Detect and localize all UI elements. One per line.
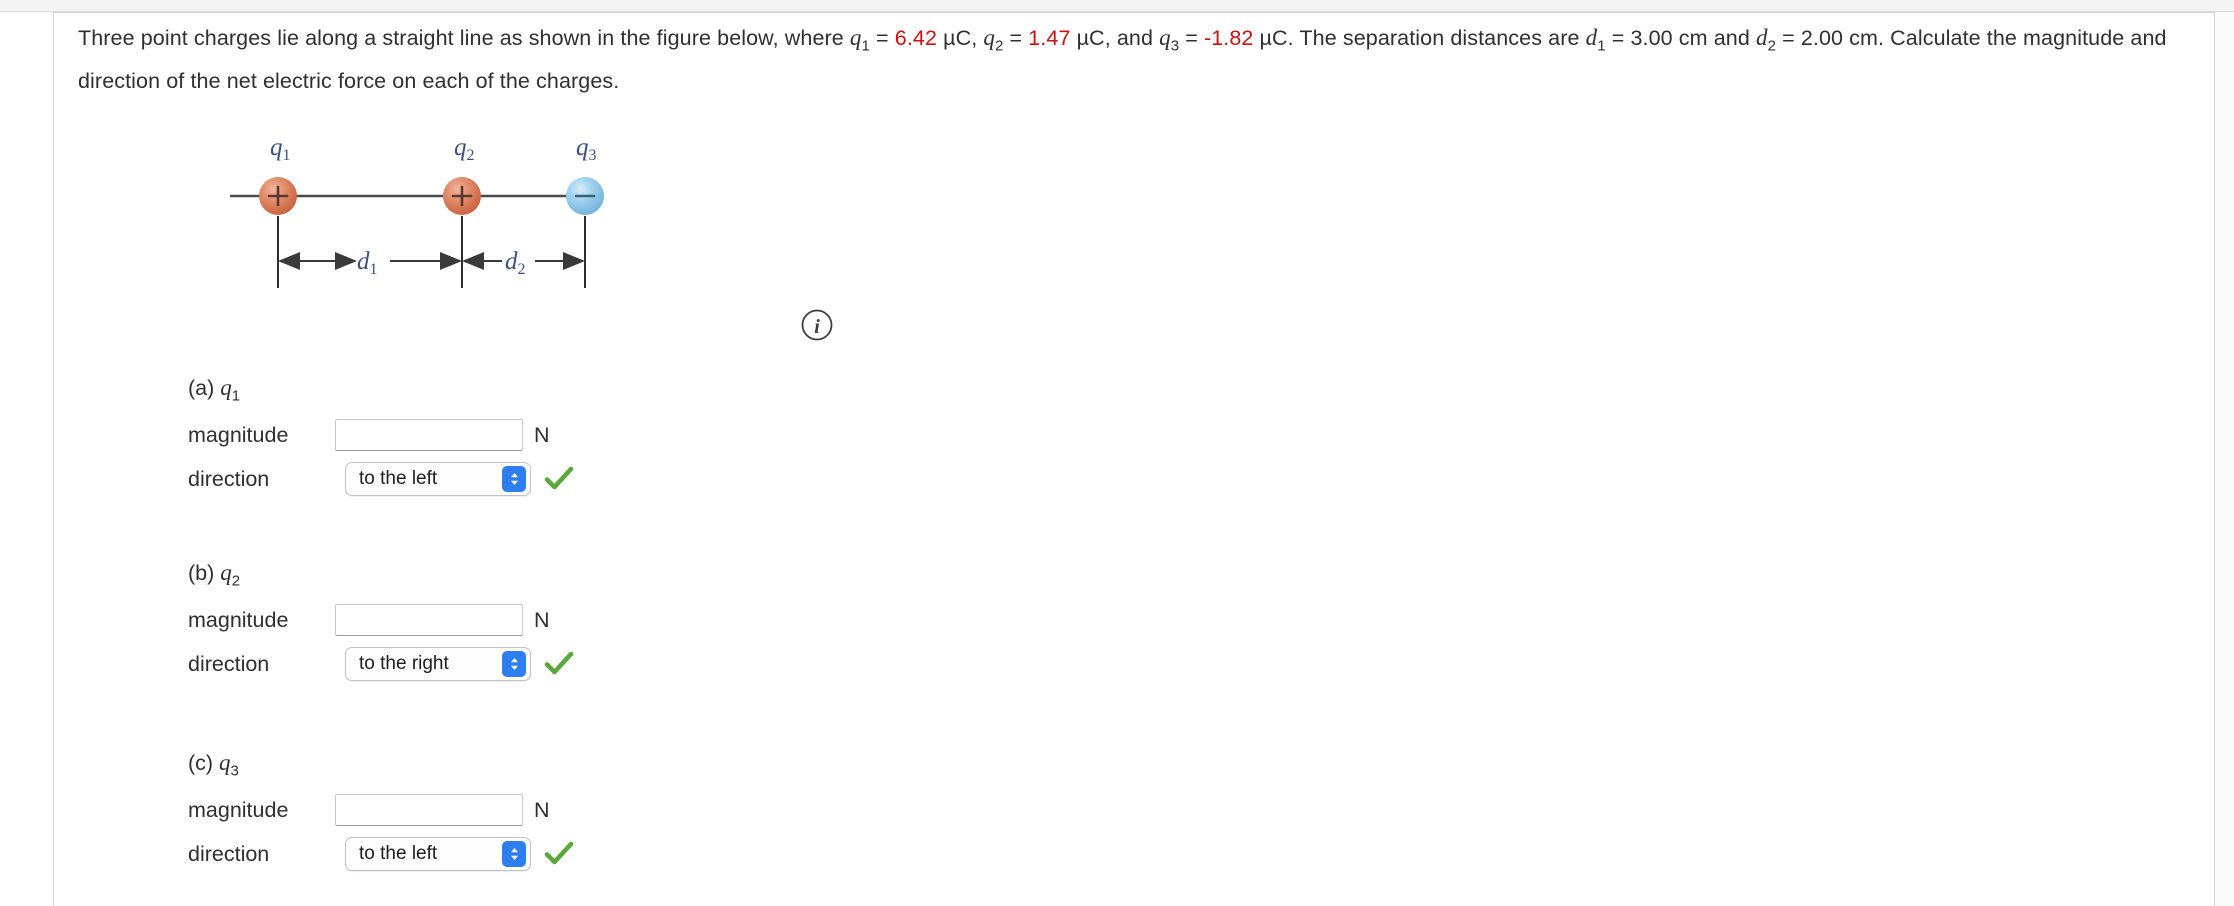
answer-c-magnitude-row: magnitude N: [188, 790, 574, 830]
d2-dimension-label: d2: [505, 248, 526, 278]
q1-unit: µC,: [937, 26, 984, 50]
answer-block-b: (b) q2 magnitude N direction to the righ…: [188, 560, 574, 688]
d2-equals: =: [1776, 26, 1801, 50]
charge2-label: q2: [454, 134, 475, 164]
answer-c-symbol: q3: [219, 750, 239, 780]
answer-b-magnitude-input[interactable]: [335, 604, 523, 636]
d1-dimension-label: d1: [357, 248, 378, 278]
answer-a-unit: N: [534, 422, 550, 447]
window-top-strip: [0, 0, 2234, 12]
q1-value: 6.42: [894, 26, 938, 50]
q2-equals: =: [1003, 26, 1029, 50]
q2-unit: µC, and: [1070, 26, 1160, 50]
answer-b-direction-select[interactable]: to the right: [345, 647, 531, 681]
answer-c-unit: N: [534, 797, 550, 822]
answer-c-magnitude-label: magnitude: [188, 797, 289, 822]
answer-b-direction-row: direction to the right: [188, 644, 574, 684]
d1-value: 3.00 cm: [1630, 26, 1708, 50]
answer-a-symbol: q1: [220, 375, 241, 405]
answer-a-direction-value: to the left: [359, 468, 438, 489]
chevron-updown-icon[interactable]: [502, 651, 526, 677]
answer-a-magnitude-row: magnitude N: [188, 415, 574, 455]
answer-c-direction-value: to the left: [359, 843, 438, 864]
q3-value: -1.82: [1203, 26, 1254, 50]
q1-equals: =: [869, 26, 895, 50]
answer-c-direction-select[interactable]: to the left: [345, 837, 531, 871]
q2-value: 1.47: [1028, 26, 1071, 50]
q3-symbol: q3: [1159, 25, 1180, 55]
answer-a-prefix: (a): [188, 376, 221, 400]
answer-block-a: (a) q1 magnitude N direction to the left: [188, 375, 574, 503]
answer-b-symbol: q2: [220, 560, 241, 590]
answer-a-magnitude-input[interactable]: [335, 419, 523, 451]
d2-symbol: d2: [1755, 25, 1777, 55]
charge-diagram-figure: q1 q2 q3 d1 d2: [230, 128, 870, 338]
answer-b-correct-check-icon: [544, 649, 574, 679]
answer-c-prefix: (c): [188, 751, 220, 775]
q1-symbol: q1: [849, 25, 870, 55]
charge1-label: q1: [270, 134, 291, 164]
conjunction: and: [1707, 26, 1756, 50]
answer-c-magnitude-input[interactable]: [335, 794, 523, 826]
left-gutter: [0, 12, 53, 906]
answer-a-magnitude-label: magnitude: [188, 422, 289, 447]
q2-symbol: q2: [983, 25, 1004, 55]
q3-equals: =: [1179, 26, 1204, 50]
charge3-label: q3: [576, 134, 597, 164]
d2-value: 2.00 cm: [1800, 26, 1879, 50]
answer-block-c: (c) q3 magnitude N direction to the left: [188, 750, 574, 878]
answer-a-direction-select[interactable]: to the left: [345, 462, 531, 496]
answer-a-direction-label: direction: [188, 466, 270, 491]
chevron-updown-icon[interactable]: [502, 466, 526, 492]
info-icon[interactable]: i: [800, 308, 834, 342]
answer-c-direction-row: direction to the left: [188, 834, 574, 874]
answer-b-prefix: (b): [188, 561, 221, 585]
q3-unit: µC. The separation distances are: [1253, 26, 1586, 50]
answer-b-direction-label: direction: [188, 651, 270, 676]
answer-b-direction-value: to the right: [359, 653, 449, 674]
svg-text:i: i: [814, 316, 820, 338]
answer-a-direction-row: direction to the left: [188, 459, 574, 499]
answer-a-correct-check-icon: [544, 464, 574, 494]
answer-b-title: (b) q2: [188, 560, 574, 590]
answer-c-title: (c) q3: [188, 750, 574, 780]
chevron-updown-icon[interactable]: [502, 841, 526, 867]
answer-b-unit: N: [534, 607, 550, 632]
d1-equals: =: [1605, 26, 1631, 50]
answer-c-correct-check-icon: [544, 839, 574, 869]
problem-text-intro: Three point charges lie along a straight…: [78, 26, 850, 50]
d1-symbol: d1: [1585, 25, 1606, 55]
answer-a-title: (a) q1: [188, 375, 574, 405]
problem-statement: Three point charges lie along a straight…: [78, 20, 2188, 99]
answer-c-direction-label: direction: [188, 841, 270, 866]
answer-b-magnitude-row: magnitude N: [188, 600, 574, 640]
answer-b-magnitude-label: magnitude: [188, 607, 289, 632]
